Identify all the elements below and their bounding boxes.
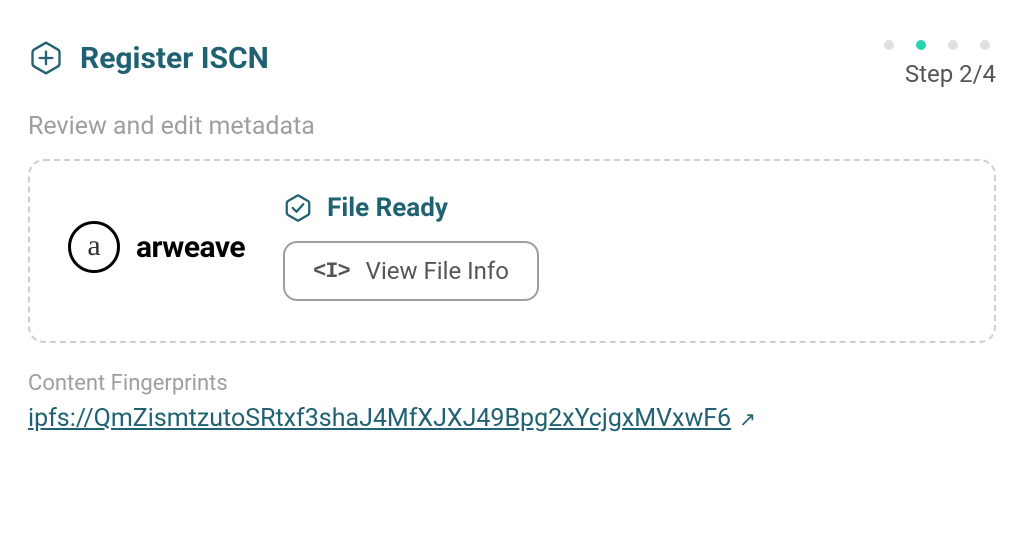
step-dots xyxy=(884,40,996,50)
check-hex-icon xyxy=(283,193,313,223)
header: Register ISCN Step 2/4 xyxy=(28,40,996,88)
file-ready-column: File Ready <I> View File Info xyxy=(283,193,539,301)
plus-hex-icon xyxy=(28,40,64,76)
fingerprint-link-row: ipfs://QmZismtzutoSRtxf3shaJ4MfXJXJ49Bpg… xyxy=(28,404,996,433)
file-ready-label: File Ready xyxy=(327,193,448,223)
arweave-logo: a arweave xyxy=(68,221,245,273)
arweave-icon: a xyxy=(68,221,120,273)
file-box: a arweave File Ready <I> View File Info xyxy=(28,159,996,343)
view-file-label: View File Info xyxy=(366,257,509,285)
step-dot-2 xyxy=(916,40,926,50)
header-left: Register ISCN xyxy=(28,40,269,76)
code-icon: <I> xyxy=(313,259,350,284)
subtitle: Review and edit metadata xyxy=(28,112,996,141)
arweave-logo-text: arweave xyxy=(136,230,245,265)
fingerprints-label: Content Fingerprints xyxy=(28,371,996,396)
fingerprint-link[interactable]: ipfs://QmZismtzutoSRtxf3shaJ4MfXJXJ49Bpg… xyxy=(28,404,731,433)
external-link-icon: ↗ xyxy=(739,407,756,431)
stepper: Step 2/4 xyxy=(884,40,996,88)
file-ready-row: File Ready xyxy=(283,193,448,223)
page-title: Register ISCN xyxy=(80,41,269,76)
view-file-button[interactable]: <I> View File Info xyxy=(283,241,539,301)
step-dot-3 xyxy=(948,40,958,50)
step-dot-1 xyxy=(884,40,894,50)
step-label: Step 2/4 xyxy=(905,60,996,88)
step-dot-4 xyxy=(980,40,990,50)
